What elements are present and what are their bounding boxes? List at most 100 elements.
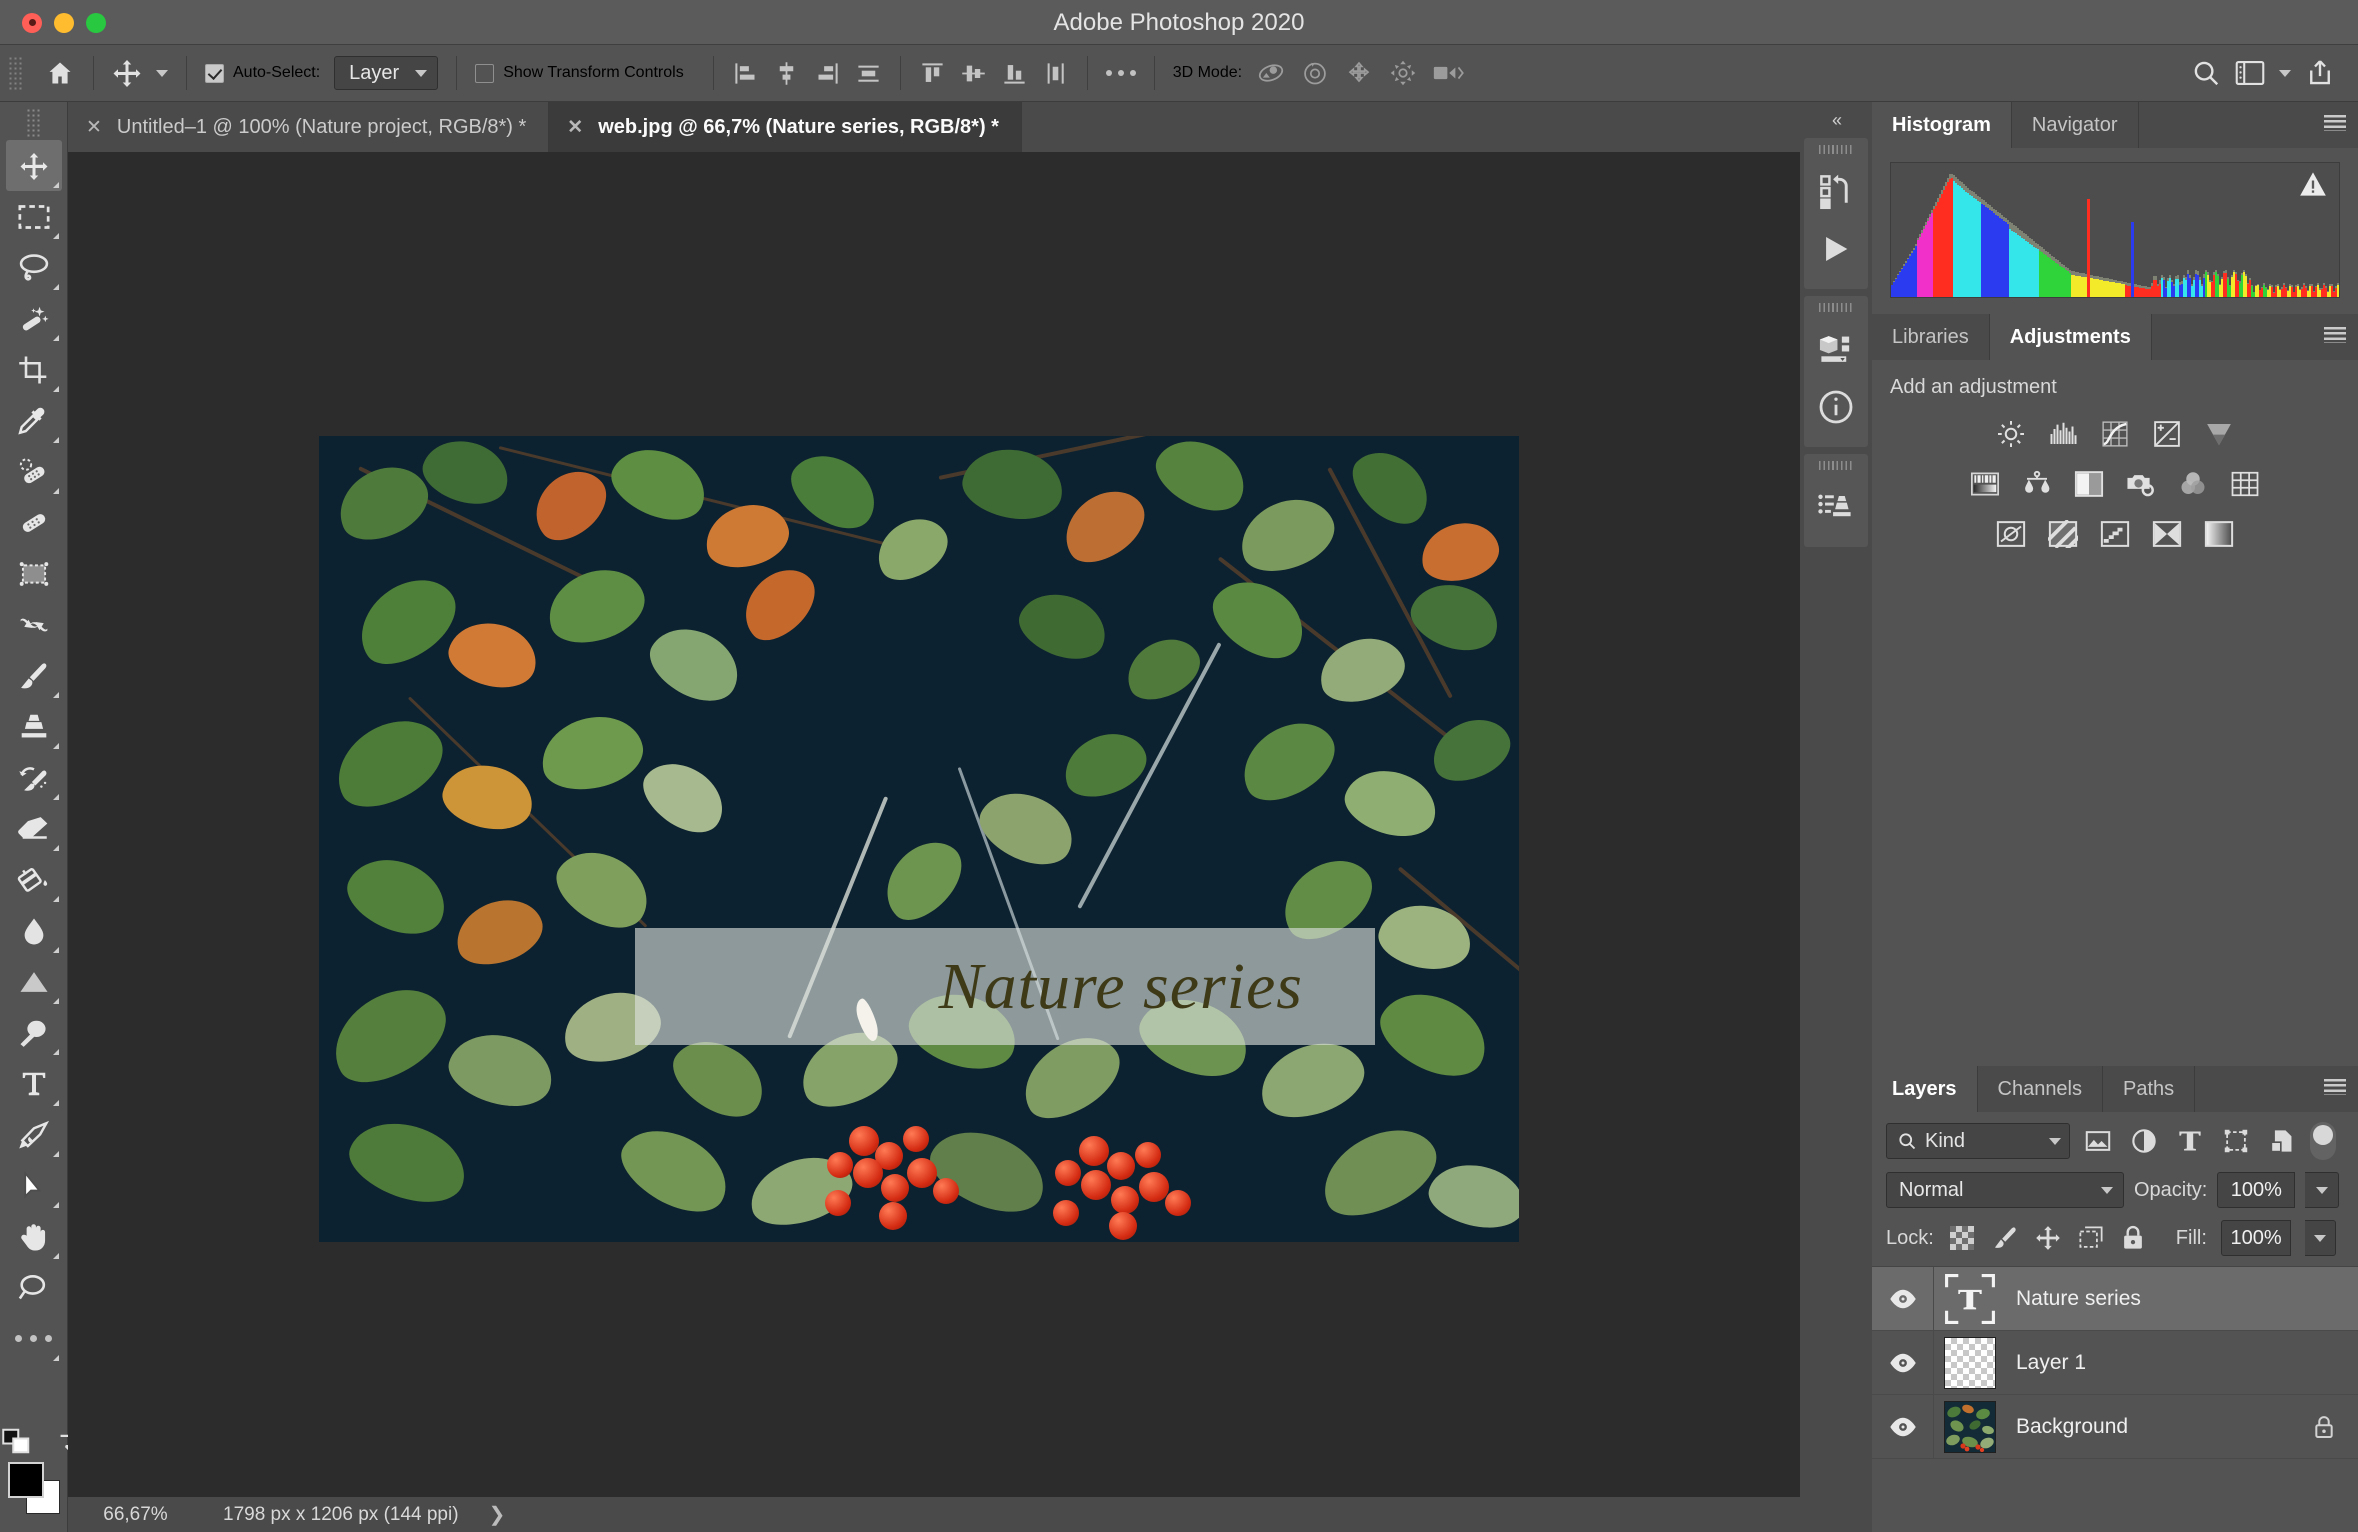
default-colors-icon[interactable] <box>2 1428 32 1454</box>
filter-shape-icon[interactable] <box>2218 1124 2254 1158</box>
tool-preset-chevron-down-icon[interactable] <box>149 51 175 95</box>
crop-tool[interactable] <box>6 344 62 395</box>
spot-healing-brush-tool[interactable] <box>6 446 62 497</box>
workspace-icon[interactable] <box>2228 51 2272 95</box>
type-tool[interactable] <box>6 1058 62 1109</box>
black-white-icon[interactable] <box>2069 467 2109 501</box>
document-tab-untitled-1[interactable]: ✕ Untitled–1 @ 100% (Nature project, RGB… <box>68 102 550 152</box>
nature-series-text-layer[interactable]: Nature series <box>635 928 1375 1045</box>
auto-select-scope-dropdown[interactable]: Layer <box>327 51 445 95</box>
layer-visibility-toggle[interactable] <box>1872 1267 1934 1330</box>
color-swatches[interactable] <box>8 1462 60 1514</box>
layer-name[interactable]: Nature series <box>2016 1287 2358 1311</box>
vibrance-icon[interactable] <box>2199 417 2239 451</box>
properties-3d-panel-icon[interactable] <box>1804 320 1868 378</box>
distribute-vertical-icon[interactable] <box>1035 51 1076 95</box>
tools-panel-grip[interactable] <box>25 108 42 138</box>
canvas-area[interactable]: Nature series <box>68 152 1800 1497</box>
close-icon[interactable]: ✕ <box>567 118 583 137</box>
document-tab-web-jpg[interactable]: ✕ web.jpg @ 66,7% (Nature series, RGB/8*… <box>549 102 1022 152</box>
brush-tool[interactable] <box>6 650 62 701</box>
layer-thumbnail[interactable] <box>1944 1400 1996 1453</box>
curves-icon[interactable] <box>2095 417 2135 451</box>
healing-brush-tool[interactable] <box>6 497 62 548</box>
lock-position-icon[interactable] <box>2033 1223 2062 1253</box>
actions-panel-icon[interactable] <box>1804 220 1868 278</box>
history-panel-icon[interactable] <box>1804 162 1868 220</box>
selective-color-icon[interactable] <box>2199 517 2239 551</box>
align-horizontal-centers-icon[interactable] <box>766 51 807 95</box>
workspace-chevron-down-icon[interactable] <box>2272 51 2298 95</box>
eraser-tool[interactable] <box>6 803 62 854</box>
eyedropper-tool[interactable] <box>6 395 62 446</box>
align-vertical-centers-icon[interactable] <box>953 51 994 95</box>
posterize-icon[interactable] <box>2043 517 2083 551</box>
color-lookup-icon[interactable] <box>2225 467 2265 501</box>
collapse-panels-icon[interactable]: « <box>1800 102 1872 138</box>
table-row[interactable]: Layer 1 <box>1872 1331 2358 1395</box>
move-tool[interactable] <box>5 140 62 191</box>
table-row[interactable]: Background <box>1872 1395 2358 1459</box>
close-icon[interactable]: ✕ <box>86 118 102 137</box>
share-icon[interactable] <box>2298 51 2342 95</box>
tab-navigator[interactable]: Navigator <box>2011 102 2139 148</box>
object-selection-tool[interactable] <box>6 293 62 344</box>
options-bar-grip[interactable] <box>8 56 24 90</box>
edit-toolbar-tool[interactable] <box>6 1313 62 1364</box>
cached-data-warning-icon[interactable] <box>2299 171 2327 197</box>
clone-source-panel-icon[interactable] <box>1804 478 1868 536</box>
zoom-level-field[interactable]: 66,67% <box>68 1504 203 1526</box>
layer-filter-kind-dropdown[interactable]: Kind <box>1886 1123 2070 1159</box>
path-selection-tool[interactable] <box>6 1160 62 1211</box>
hue-saturation-icon[interactable] <box>1965 467 2005 501</box>
show-transform-controls-checkbox[interactable] <box>468 51 501 95</box>
search-icon[interactable] <box>2184 51 2228 95</box>
paint-bucket-tool[interactable] <box>6 854 62 905</box>
brightness-contrast-icon[interactable] <box>1991 417 2031 451</box>
panel-menu-icon[interactable] <box>2324 1079 2346 1095</box>
fill-chevron-down-icon[interactable] <box>2305 1220 2336 1256</box>
align-left-edges-icon[interactable] <box>725 51 766 95</box>
info-panel-icon[interactable] <box>1804 378 1868 436</box>
tab-libraries[interactable]: Libraries <box>1872 314 1990 360</box>
panel-menu-icon[interactable] <box>2324 327 2346 343</box>
lock-image-pixels-icon[interactable] <box>1991 1223 2020 1253</box>
filter-adjustment-icon[interactable] <box>2126 1124 2162 1158</box>
blur-tool[interactable] <box>6 905 62 956</box>
exposure-icon[interactable] <box>2147 417 2187 451</box>
rail-grip[interactable] <box>1819 145 1853 154</box>
layer-name[interactable]: Background <box>2016 1415 2312 1439</box>
filter-enable-toggle[interactable] <box>2310 1122 2336 1160</box>
gradient-map-icon[interactable] <box>2147 517 2187 551</box>
rail-grip[interactable] <box>1819 461 1853 470</box>
layer-visibility-toggle[interactable] <box>1872 1331 1934 1394</box>
pen-tool[interactable] <box>6 1109 62 1160</box>
opacity-chevron-down-icon[interactable] <box>2305 1172 2340 1208</box>
tab-adjustments[interactable]: Adjustments <box>1989 314 2152 360</box>
history-brush-tool[interactable] <box>6 752 62 803</box>
tab-layers[interactable]: Layers <box>1872 1066 1978 1112</box>
tab-channels[interactable]: Channels <box>1977 1066 2104 1112</box>
rectangular-marquee-tool[interactable] <box>6 191 62 242</box>
pan-3d-icon[interactable] <box>1337 51 1381 95</box>
fill-input[interactable]: 100% <box>2220 1220 2292 1256</box>
invert-icon[interactable] <box>1991 517 2031 551</box>
slide-3d-icon[interactable] <box>1381 51 1425 95</box>
align-right-edges-icon[interactable] <box>807 51 848 95</box>
filter-pixel-icon[interactable] <box>2080 1124 2116 1158</box>
opacity-input[interactable]: 100% <box>2217 1172 2296 1208</box>
histogram-chart[interactable] <box>1890 162 2340 298</box>
panel-menu-icon[interactable] <box>2324 115 2346 131</box>
blend-mode-dropdown[interactable]: Normal <box>1886 1172 2124 1208</box>
foreground-color-swatch[interactable] <box>8 1462 44 1498</box>
tab-histogram[interactable]: Histogram <box>1872 102 2012 148</box>
document-canvas[interactable]: Nature series <box>319 436 1519 1242</box>
clone-stamp-tool[interactable] <box>6 701 62 752</box>
channel-mixer-icon[interactable] <box>2173 467 2213 501</box>
tab-paths[interactable]: Paths <box>2103 1066 2196 1112</box>
chevron-right-icon[interactable]: ❯ <box>459 1502 506 1527</box>
content-aware-move-tool[interactable] <box>6 599 62 650</box>
align-top-edges-icon[interactable] <box>912 51 953 95</box>
threshold-icon[interactable] <box>2095 517 2135 551</box>
distribute-horizontal-icon[interactable] <box>848 51 889 95</box>
